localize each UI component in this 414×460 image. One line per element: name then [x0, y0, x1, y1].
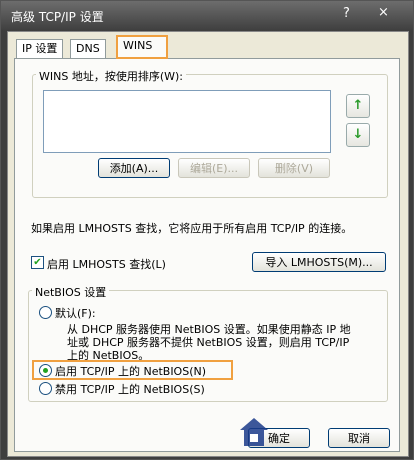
move-down-button[interactable]: ↓	[346, 123, 370, 147]
tab-panel-wins: WINS 地址，按使用排序(W): ↑ ↓ 添加(A)... 编辑(E)... …	[14, 58, 400, 452]
netbios-enable-radio[interactable]	[39, 364, 52, 377]
arrow-down-icon: ↓	[352, 127, 364, 142]
netbios-disable-label[interactable]: 禁用 TCP/IP 上的 NetBIOS(S)	[55, 381, 205, 397]
netbios-enable-label[interactable]: 启用 TCP/IP 上的 NetBIOS(N)	[55, 363, 206, 379]
tab-ip-settings[interactable]: IP 设置	[16, 39, 64, 58]
lmhosts-info-text: 如果启用 LMHOSTS 查找，它将应用于所有启用 TCP/IP 的连接。	[31, 222, 353, 235]
lmhosts-checkbox-label[interactable]: 启用 LMHOSTS 查找(L)	[47, 256, 166, 272]
delete-wins-button[interactable]: 删除(V)	[258, 158, 330, 178]
check-icon: ✔	[33, 257, 42, 268]
arrow-up-icon: ↑	[352, 98, 364, 113]
wins-address-list[interactable]	[43, 90, 331, 153]
close-button[interactable]: ×	[378, 5, 394, 21]
title-bar: 高级 TCP/IP 设置 ? ×	[1, 1, 413, 31]
tab-wins[interactable]: WINS	[116, 35, 168, 59]
netbios-default-radio[interactable]	[39, 306, 52, 319]
dialog-title: 高级 TCP/IP 设置	[11, 10, 104, 24]
move-up-button[interactable]: ↑	[346, 94, 370, 118]
edit-wins-button[interactable]: 编辑(E)...	[178, 158, 250, 178]
wins-group-label: WINS 地址，按使用排序(W):	[36, 68, 186, 84]
dialog-window: 高级 TCP/IP 设置 ? × IP 设置 DNS WINS WINS 地址，…	[0, 0, 414, 460]
import-lmhosts-button[interactable]: 导入 LMHOSTS(M)...	[252, 252, 386, 272]
house-logo-icon	[240, 418, 268, 446]
netbios-disable-radio[interactable]	[39, 382, 52, 395]
netbios-default-label[interactable]: 默认(F):	[55, 305, 96, 321]
add-wins-button[interactable]: 添加(A)...	[98, 158, 170, 178]
lmhosts-checkbox[interactable]: ✔	[31, 256, 44, 269]
help-button[interactable]: ?	[343, 6, 357, 22]
dialog-client: IP 设置 DNS WINS WINS 地址，按使用排序(W): ↑ ↓ 添加(…	[7, 31, 409, 457]
netbios-group-label: NetBIOS 设置	[32, 284, 110, 300]
tab-dns[interactable]: DNS	[70, 39, 106, 58]
watermark-logo	[240, 412, 410, 452]
